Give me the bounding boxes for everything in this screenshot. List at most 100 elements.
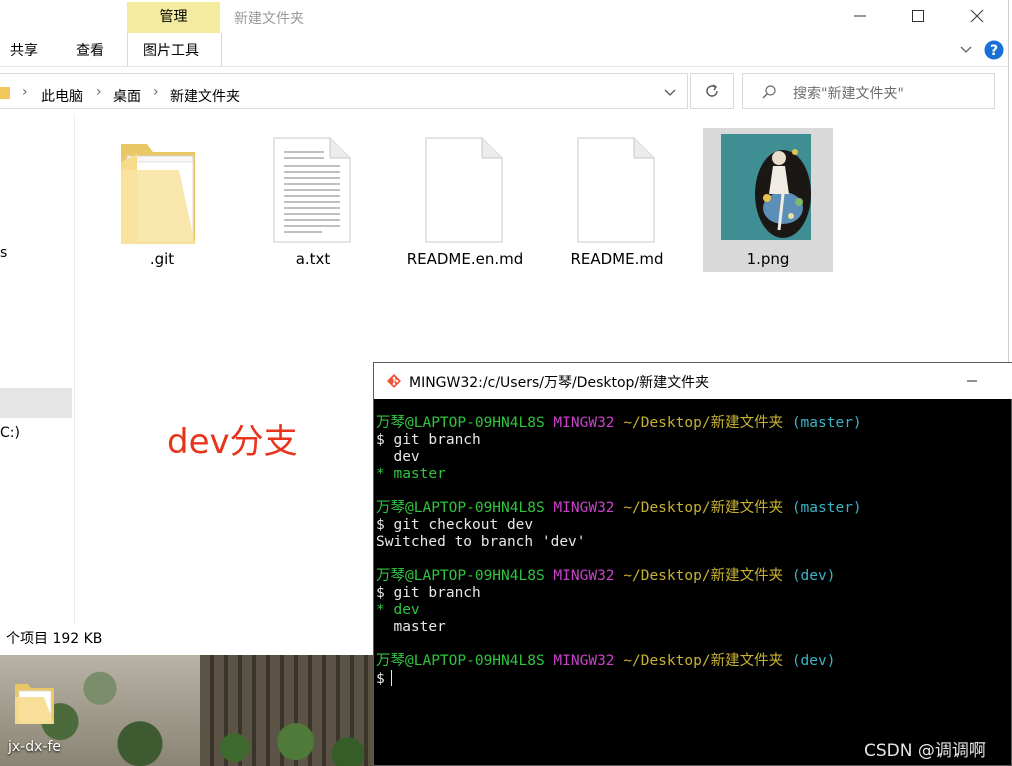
input-prompt: $ [376, 671, 385, 687]
chevron-right-icon[interactable]: › [96, 84, 102, 100]
minimize-icon[interactable] [848, 4, 872, 28]
minimize-icon[interactable] [962, 371, 982, 391]
refresh-icon [706, 84, 718, 97]
navigation-pane [0, 114, 75, 624]
terminal-line: Switched to branch 'dev' [376, 534, 1010, 551]
current-branch-text: * dev [376, 602, 420, 618]
close-icon[interactable] [965, 4, 989, 28]
prompt-user: 万琴@LAPTOP-09HN4L8S [376, 415, 545, 431]
file-item-git-folder[interactable]: .git [97, 128, 227, 272]
search-icon [762, 85, 776, 99]
annotation-label: dev分支 [167, 422, 298, 462]
prompt-user: 万琴@LAPTOP-09HN4L8S [376, 500, 545, 516]
prompt-env: MINGW32 [553, 415, 615, 431]
address-bar[interactable]: › 此电脑 › 桌面 › 新建文件夹 [0, 73, 688, 109]
blank-file-icon [425, 137, 503, 243]
chevron-right-icon[interactable]: › [153, 84, 159, 100]
text-file-icon [273, 137, 351, 243]
terminal-line: master [376, 619, 1010, 636]
prompt-branch: (master) [791, 500, 862, 516]
terminal-line: $ git checkout dev [376, 517, 1010, 534]
file-name: a.txt [295, 250, 331, 268]
git-bash-terminal-window[interactable]: MINGW32:/c/Users/万琴/Desktop/新建文件夹 万琴@LAP… [373, 362, 1012, 766]
watermark: CSDN @调调啊 [864, 741, 986, 761]
help-icon[interactable]: ? [984, 40, 1004, 60]
current-branch-text: * master [376, 466, 446, 482]
search-placeholder: 搜索"新建文件夹" [793, 86, 904, 102]
terminal-titlebar[interactable]: MINGW32:/c/Users/万琴/Desktop/新建文件夹 [374, 363, 1012, 399]
ribbon-context-tab-manage[interactable]: 管理 [127, 2, 220, 33]
terminal-line: $ git branch [376, 432, 1010, 449]
chevron-down-icon[interactable] [958, 42, 974, 58]
command-text: $ git branch [376, 432, 481, 448]
nav-item-selected[interactable] [0, 388, 72, 418]
prompt-user: 万琴@LAPTOP-09HN4L8S [376, 568, 545, 584]
terminal-title: MINGW32:/c/Users/万琴/Desktop/新建文件夹 [409, 375, 710, 391]
chevron-right-icon: › [22, 84, 28, 100]
prompt-branch: (master) [791, 415, 862, 431]
prompt-path: ~/Desktop/新建文件夹 [623, 568, 784, 584]
terminal-line: 万琴@LAPTOP-09HN4L8S MINGW32 ~/Desktop/新建文… [376, 653, 1010, 670]
terminal-line: dev [376, 449, 1010, 466]
refresh-button[interactable] [690, 73, 734, 109]
prompt-env: MINGW32 [553, 500, 615, 516]
file-name: README.md [570, 250, 664, 268]
file-item-a-txt[interactable]: a.txt [248, 128, 378, 272]
prompt-path: ~/Desktop/新建文件夹 [623, 415, 784, 431]
terminal-line: * master [376, 466, 1010, 483]
terminal-line: 万琴@LAPTOP-09HN4L8S MINGW32 ~/Desktop/新建文… [376, 415, 1010, 432]
prompt-env: MINGW32 [553, 568, 615, 584]
text-cursor [390, 670, 392, 686]
terminal-line: $ git branch [376, 585, 1010, 602]
ribbon-context-label: 管理 [159, 9, 188, 25]
chevron-down-icon[interactable] [662, 86, 678, 100]
output-text: Switched to branch 'dev' [376, 534, 586, 550]
command-text: $ git checkout dev [376, 517, 534, 533]
prompt-branch: (dev) [791, 653, 836, 669]
window-title: 新建文件夹 [234, 11, 304, 27]
output-text: master [376, 619, 446, 635]
image-thumbnail-icon [721, 134, 811, 240]
desktop-wallpaper-plants [200, 705, 374, 766]
command-text: $ git branch [376, 585, 481, 601]
tab-share[interactable]: 共享 [10, 40, 38, 60]
svg-text:?: ? [990, 43, 998, 59]
terminal-line: * dev [376, 602, 1010, 619]
file-name: README.en.md [406, 250, 524, 268]
breadcrumb-desktop[interactable]: 桌面 [113, 86, 141, 106]
terminal-line: 万琴@LAPTOP-09HN4L8S MINGW32 ~/Desktop/新建文… [376, 500, 1010, 517]
desktop-icon-label[interactable]: jx-dx-fe [8, 739, 61, 755]
breadcrumb-current-folder[interactable]: 新建文件夹 [170, 86, 240, 106]
nav-item-partial[interactable]: s [0, 245, 7, 261]
tab-view[interactable]: 查看 [76, 40, 104, 60]
status-bar-text: 个项目 192 KB [6, 631, 103, 647]
breadcrumb-this-pc[interactable]: 此电脑 [41, 86, 83, 106]
file-name: 1.png [746, 250, 790, 268]
prompt-path: ~/Desktop/新建文件夹 [623, 653, 784, 669]
search-input[interactable]: 搜索"新建文件夹" [742, 73, 995, 109]
prompt-branch: (dev) [791, 568, 836, 584]
tab-picture-tools[interactable]: 图片工具 [143, 40, 199, 60]
desktop-background: jx-dx-fe [0, 655, 374, 766]
file-item-readme[interactable]: README.md [552, 128, 682, 272]
prompt-user: 万琴@LAPTOP-09HN4L8S [376, 653, 545, 669]
terminal-output[interactable]: 万琴@LAPTOP-09HN4L8S MINGW32 ~/Desktop/新建文… [376, 415, 1010, 688]
prompt-path: ~/Desktop/新建文件夹 [623, 500, 784, 516]
terminal-line: $ [376, 670, 1010, 688]
output-text: dev [376, 449, 420, 465]
folder-icon [121, 144, 195, 244]
address-toolbar: › 此电脑 › 桌面 › 新建文件夹 搜索"新建文件夹" [0, 70, 1008, 114]
file-item-readme-en[interactable]: README.en.md [400, 128, 530, 272]
blank-file-icon [577, 137, 655, 243]
file-name: .git [149, 250, 175, 268]
ribbon: 管理 共享 查看 图片工具 新建文件夹 ? [0, 0, 1008, 67]
folder-icon [0, 87, 10, 99]
desktop-folder-icon[interactable] [14, 681, 56, 725]
maximize-icon[interactable] [906, 4, 930, 28]
file-item-1-png[interactable]: 1.png [703, 128, 833, 272]
nav-item-drive-c[interactable]: C:) [0, 425, 20, 441]
prompt-env: MINGW32 [553, 653, 615, 669]
git-logo-icon [387, 374, 401, 388]
